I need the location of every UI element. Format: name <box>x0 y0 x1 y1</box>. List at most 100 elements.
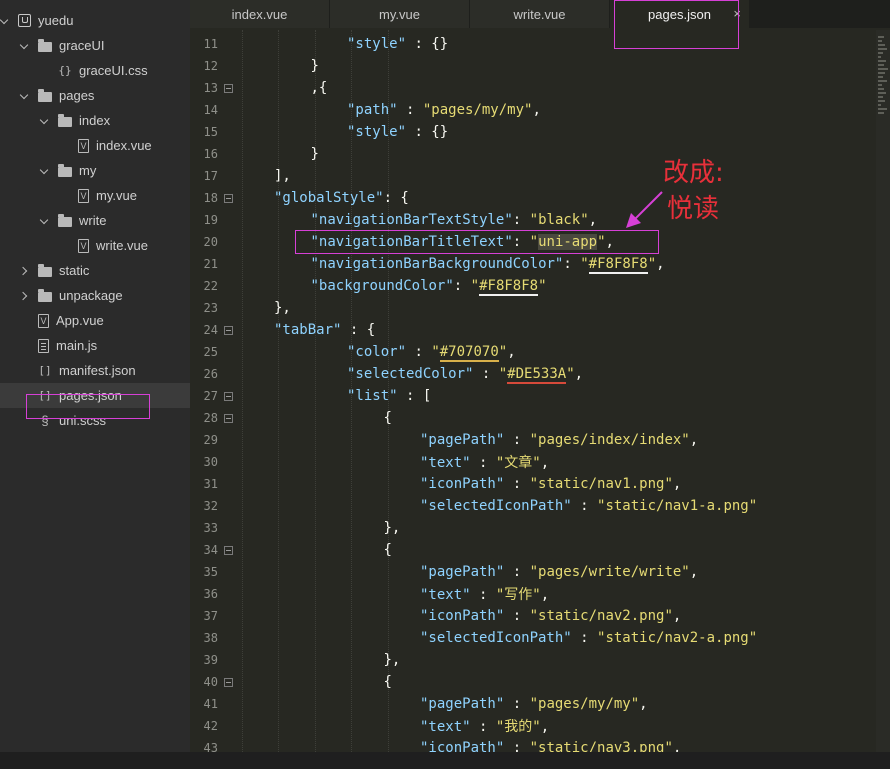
chevron-down-icon[interactable] <box>40 166 50 176</box>
code-line[interactable]: 25 "color" : "#707070", <box>190 341 876 363</box>
tree-item-manifest-json[interactable]: [] manifest.json <box>0 358 190 383</box>
json-key: "selectedIconPath" <box>420 498 572 514</box>
tree-item-my[interactable]: my <box>0 158 190 183</box>
code-line[interactable]: 30 "text" : "文章", <box>190 451 876 473</box>
punctuation: : [ <box>397 388 432 404</box>
tree-item-unpackage[interactable]: unpackage <box>0 283 190 308</box>
folder-icon <box>38 38 52 52</box>
punctuation: : <box>470 719 496 735</box>
code-line[interactable]: 32 "selectedIconPath" : "static/nav1-a.pn… <box>190 495 876 517</box>
chevron-down-icon[interactable] <box>40 216 50 226</box>
tab-index-vue[interactable]: index.vue <box>190 0 330 28</box>
punctuation: , <box>672 740 682 752</box>
tree-item-main-js[interactable]: main.js <box>0 333 190 358</box>
code-line[interactable]: 27 "list" : [ <box>190 385 876 407</box>
code-line[interactable]: 12} <box>190 55 876 77</box>
code-line[interactable]: 18 "globalStyle": { <box>190 187 876 209</box>
tree-item-graceui[interactable]: graceUI <box>0 33 190 58</box>
minimap-line <box>878 56 881 58</box>
chevron-down-icon[interactable] <box>20 41 30 51</box>
punctuation: : <box>563 256 581 272</box>
json-value: "文章" <box>495 455 541 471</box>
fold-toggle-icon[interactable] <box>224 413 238 423</box>
code-line[interactable]: 38 "selectedIconPath" : "static/nav2-a.pn… <box>190 627 876 649</box>
code-line[interactable]: 14 "path" : "pages/my/my", <box>190 99 876 121</box>
tree-item-static[interactable]: static <box>0 258 190 283</box>
json-value: " <box>431 344 440 360</box>
tree-item-yuedu[interactable]: yuedu <box>0 8 190 33</box>
code-line[interactable]: 11 "style" : {} <box>190 33 876 55</box>
code-line[interactable]: 35 "pagePath" : "pages/write/write", <box>190 561 876 583</box>
code-line[interactable]: 36 "text" : "写作", <box>190 583 876 605</box>
code-editor[interactable]: 11 "style" : {} 12} 13 ,{14 "path" : "pages/m… <box>190 30 876 752</box>
chevron-down-icon[interactable] <box>20 91 30 101</box>
code-line[interactable]: 19 "navigationBarTextStyle": "black", <box>190 209 876 231</box>
annotation-box-selected-file <box>26 394 150 419</box>
code-line[interactable]: 31 "iconPath" : "static/nav1.png", <box>190 473 876 495</box>
fold-toggle-icon[interactable] <box>224 545 238 555</box>
horizontal-scrollbar[interactable] <box>0 752 890 769</box>
tree-item-index[interactable]: index <box>0 108 190 133</box>
line-number: 22 <box>203 279 218 293</box>
tree-item-label: manifest.json <box>59 363 136 378</box>
code-text: { <box>384 674 392 690</box>
code-line[interactable]: 22 "backgroundColor": "#F8F8F8" <box>190 275 876 297</box>
fold-toggle-icon[interactable] <box>224 677 238 687</box>
code-line[interactable]: 42 "text" : "我的", <box>190 715 876 737</box>
tree-item-app-vue[interactable]: V App.vue <box>0 308 190 333</box>
code-line[interactable]: 41 "pagePath" : "pages/my/my", <box>190 693 876 715</box>
code-text: } <box>311 58 319 74</box>
folder-icon <box>38 288 52 302</box>
folder-icon <box>38 88 52 102</box>
chevron-down-icon[interactable] <box>40 116 50 126</box>
fold-toggle-icon[interactable] <box>224 193 238 203</box>
line-number: 29 <box>203 433 218 447</box>
tree-item-my-vue[interactable]: Vmy.vue <box>0 183 190 208</box>
code-line[interactable]: 23}, <box>190 297 876 319</box>
punctuation: }, <box>274 300 291 316</box>
chevron-right-icon[interactable] <box>20 266 30 276</box>
editor-tab-bar: index.vue my.vue write.vue pages.json × <box>190 0 890 28</box>
code-line[interactable]: 24 "tabBar" : { <box>190 319 876 341</box>
json-value: " <box>538 278 547 294</box>
fold-toggle-icon[interactable] <box>224 83 238 93</box>
code-line[interactable]: 37 "iconPath" : "static/nav2.png", <box>190 605 876 627</box>
punctuation: { <box>383 674 392 690</box>
chevron-down-icon[interactable] <box>0 16 10 26</box>
line-number: 33 <box>203 521 218 535</box>
fold-toggle-icon[interactable] <box>224 325 238 335</box>
tab-my-vue[interactable]: my.vue <box>330 0 470 28</box>
code-line[interactable]: 43 "iconPath" : "static/nav3.png", <box>190 737 876 752</box>
code-line[interactable]: 29 "pagePath" : "pages/index/index", <box>190 429 876 451</box>
code-line[interactable]: 39}, <box>190 649 876 671</box>
code-text: "pagePath" : "pages/index/index", <box>420 432 698 448</box>
tree-item-write-vue[interactable]: Vwrite.vue <box>0 233 190 258</box>
punctuation: ,{ <box>310 80 328 96</box>
tree-item-label: my <box>79 163 97 178</box>
code-line[interactable]: 21 "navigationBarBackgroundColor": "#F8F8… <box>190 253 876 275</box>
code-line[interactable]: 28 { <box>190 407 876 429</box>
code-text: ,{ <box>311 80 328 96</box>
tree-item-index-vue[interactable]: Vindex.vue <box>0 133 190 158</box>
folder-icon <box>58 213 72 227</box>
punctuation: , <box>689 432 699 448</box>
tree-item-write[interactable]: write <box>0 208 190 233</box>
code-text: ], <box>274 168 291 184</box>
tab-write-vue[interactable]: write.vue <box>470 0 610 28</box>
tree-item-graceui-css[interactable]: {} graceUI.css <box>0 58 190 83</box>
code-line[interactable]: 16} <box>190 143 876 165</box>
code-text: "text" : "文章", <box>420 452 549 472</box>
code-line[interactable]: 33}, <box>190 517 876 539</box>
minimap[interactable] <box>876 30 890 752</box>
code-text: }, <box>274 300 291 316</box>
tree-item-pages[interactable]: pages <box>0 83 190 108</box>
punctuation: : <box>504 432 530 448</box>
code-line[interactable]: 15 "style" : {} <box>190 121 876 143</box>
fold-toggle-icon[interactable] <box>224 391 238 401</box>
chevron-right-icon[interactable] <box>20 291 30 301</box>
code-line[interactable]: 13 ,{ <box>190 77 876 99</box>
code-line[interactable]: 40 { <box>190 671 876 693</box>
code-line[interactable]: 26 "selectedColor" : "#DE533A", <box>190 363 876 385</box>
code-line[interactable]: 34 { <box>190 539 876 561</box>
code-line[interactable]: 17], <box>190 165 876 187</box>
